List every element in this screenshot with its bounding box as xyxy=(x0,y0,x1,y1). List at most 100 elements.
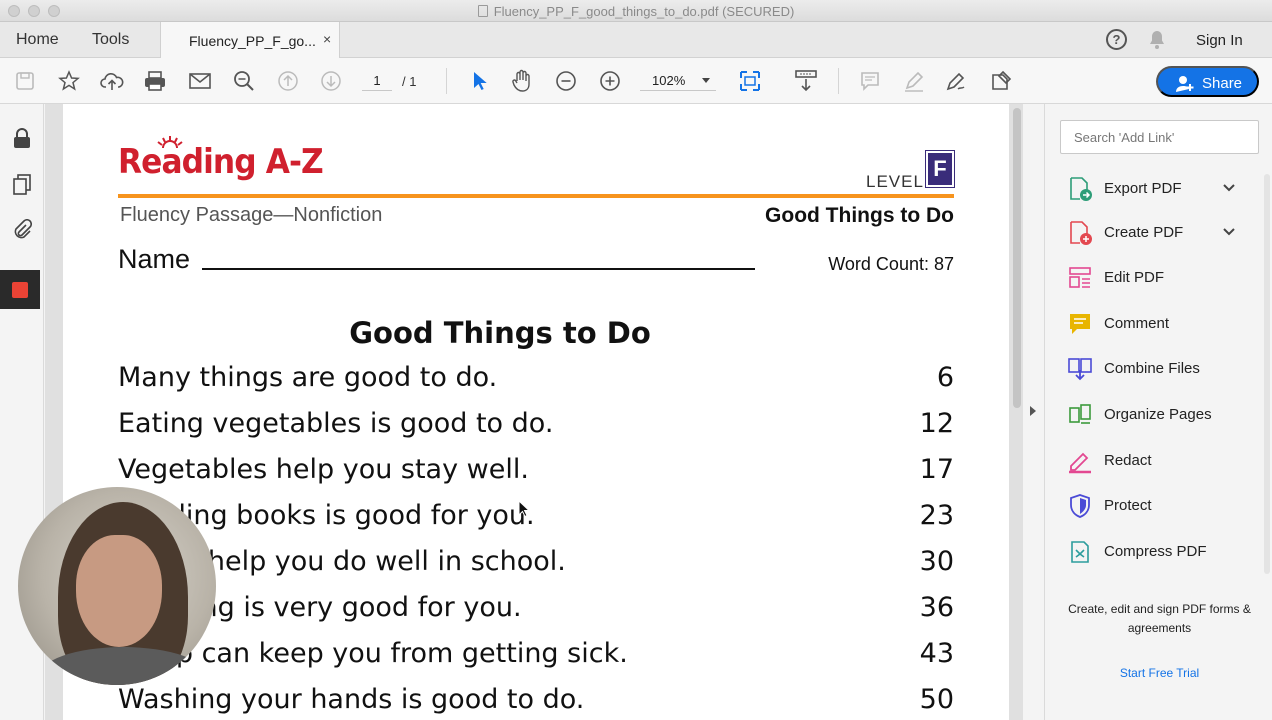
running-word-count: 50 xyxy=(919,684,954,715)
window-title: Fluency_PP_F_good_things_to_do.pdf (SECU… xyxy=(493,4,795,19)
protect-icon xyxy=(1070,494,1090,518)
document-tab-label: Fluency_PP_F_go... xyxy=(189,33,316,49)
export-pdf-icon xyxy=(1070,177,1092,201)
tool-label: Combine Files xyxy=(1104,360,1200,377)
zoom-level-value: 102% xyxy=(652,73,686,88)
protect-tool[interactable]: Protect xyxy=(1067,491,1247,521)
toolbar-divider xyxy=(838,68,839,94)
passage-line-text: Eating vegetables is good to do. xyxy=(118,408,554,439)
organize-pages-tool[interactable]: Organize Pages xyxy=(1067,400,1247,430)
running-word-count: 43 xyxy=(919,638,954,669)
sign-in-link[interactable]: Sign In xyxy=(1196,32,1243,49)
tool-label: Redact xyxy=(1104,452,1152,469)
collapse-right-panel-icon[interactable] xyxy=(1030,406,1036,416)
page-total: / 1 xyxy=(402,74,417,89)
share-button[interactable]: Share xyxy=(1156,66,1259,97)
page-number-input[interactable]: 1 xyxy=(362,71,392,91)
next-page-icon[interactable] xyxy=(318,68,344,94)
zoom-out-icon[interactable] xyxy=(553,68,579,94)
hand-tool-icon[interactable] xyxy=(509,68,535,94)
combine-files-tool[interactable]: Combine Files xyxy=(1067,354,1247,384)
passage-line: Vegetables help you stay well. 17 xyxy=(118,454,954,494)
fill-sign-icon[interactable] xyxy=(944,68,970,94)
edit-pdf-icon xyxy=(1069,267,1091,288)
passage-line: Eating vegetables is good to do. 12 xyxy=(118,408,954,448)
running-word-count: 17 xyxy=(919,454,954,485)
name-label: Name xyxy=(118,244,191,274)
compress-pdf-icon xyxy=(1071,541,1089,563)
passage-line: Books help you do well in school. 30 xyxy=(118,546,954,586)
tools-search-input[interactable]: Search 'Add Link' xyxy=(1060,120,1259,154)
stop-recording-button[interactable] xyxy=(0,270,40,309)
webcam-face xyxy=(76,535,162,647)
tool-label: Comment xyxy=(1104,315,1170,332)
bookmark-star-icon[interactable] xyxy=(56,68,82,94)
create-pdf-icon xyxy=(1070,221,1092,245)
passage-line-text: Vegetables help you stay well. xyxy=(118,454,529,485)
upload-cloud-icon[interactable] xyxy=(99,68,125,94)
window-title-wrap: Fluency_PP_F_good_things_to_do.pdf (SECU… xyxy=(0,4,1272,19)
save-icon[interactable] xyxy=(12,68,38,94)
document-tab[interactable]: Fluency_PP_F_go... × xyxy=(160,22,340,58)
tools-pane-scrollbar[interactable] xyxy=(1264,174,1270,574)
email-icon[interactable] xyxy=(187,68,213,94)
passage-line-text: Many things are good to do. xyxy=(118,362,498,393)
close-tab-icon[interactable]: × xyxy=(323,31,331,47)
word-count: Word Count: 87 xyxy=(828,254,954,274)
export-pdf-tool[interactable]: Export PDF xyxy=(1067,174,1247,204)
document-scrollbar[interactable] xyxy=(1013,108,1021,408)
reading-az-logo: Reading A-Z xyxy=(118,142,324,182)
lock-icon[interactable] xyxy=(10,126,34,150)
add-comment-icon[interactable] xyxy=(857,68,883,94)
tool-label: Organize Pages xyxy=(1104,406,1212,423)
tool-label: Compress PDF xyxy=(1104,543,1207,560)
help-icon[interactable]: ? xyxy=(1106,29,1127,50)
document-icon xyxy=(477,5,488,17)
passage-line-text: Washing your hands is good to do. xyxy=(118,684,585,715)
notifications-bell-icon[interactable] xyxy=(1148,30,1166,55)
start-free-trial-link[interactable]: Start Free Trial xyxy=(1061,666,1258,680)
select-cursor-icon[interactable] xyxy=(466,68,492,94)
header-rule xyxy=(118,194,954,198)
combine-files-icon xyxy=(1068,358,1092,381)
edit-pdf-tool[interactable]: Edit PDF xyxy=(1067,263,1247,293)
running-word-count: 30 xyxy=(919,546,954,577)
page-thumbnails-icon[interactable] xyxy=(10,172,34,196)
passage-line: Sleeping is very good for you. 36 xyxy=(118,592,954,632)
fit-page-icon[interactable] xyxy=(738,68,764,94)
send-for-signature-icon[interactable] xyxy=(988,68,1014,94)
chevron-down-icon[interactable] xyxy=(1222,225,1236,239)
name-blank-line xyxy=(202,268,755,270)
passage-line: Reading books is good for you. 23 xyxy=(118,500,954,540)
running-word-count: 23 xyxy=(919,500,954,531)
comment-tool[interactable]: Comment xyxy=(1067,309,1247,339)
promo-text: Create, edit and sign PDF forms & agreem… xyxy=(1068,602,1251,635)
highlight-pen-icon[interactable] xyxy=(901,68,927,94)
find-search-icon[interactable] xyxy=(231,68,257,94)
running-word-count: 36 xyxy=(919,592,954,623)
tools-pane: Search 'Add Link' Export PDF Create PDF … xyxy=(1044,104,1272,720)
toolbar-divider xyxy=(446,68,447,94)
zoom-level-dropdown[interactable]: 102% xyxy=(640,71,716,91)
passage-line: Many things are good to do. 6 xyxy=(118,362,954,402)
previous-page-icon[interactable] xyxy=(275,68,301,94)
scrolling-mode-icon[interactable] xyxy=(793,68,819,94)
attachment-paperclip-icon[interactable] xyxy=(10,218,34,242)
home-tab[interactable]: Home xyxy=(16,31,59,49)
zoom-in-icon[interactable] xyxy=(597,68,623,94)
webcam-overlay xyxy=(18,487,216,685)
chevron-down-icon[interactable] xyxy=(1222,181,1236,195)
create-pdf-tool[interactable]: Create PDF xyxy=(1067,218,1247,248)
level-label: LEVEL xyxy=(866,172,924,191)
tools-tab[interactable]: Tools xyxy=(92,31,129,49)
running-word-count: 6 xyxy=(936,362,954,393)
print-icon[interactable] xyxy=(142,68,168,94)
level-badge: F xyxy=(925,150,955,188)
compress-pdf-tool[interactable]: Compress PDF xyxy=(1067,537,1247,567)
header-title: Good Things to Do xyxy=(765,204,954,227)
tool-label: Protect xyxy=(1104,497,1152,514)
passage-line: Sleep can keep you from getting sick. 43 xyxy=(118,638,954,678)
stop-recording-icon xyxy=(12,282,28,298)
redact-tool[interactable]: Redact xyxy=(1067,446,1247,476)
toolbar: 1 / 1 102% Share xyxy=(0,58,1272,104)
